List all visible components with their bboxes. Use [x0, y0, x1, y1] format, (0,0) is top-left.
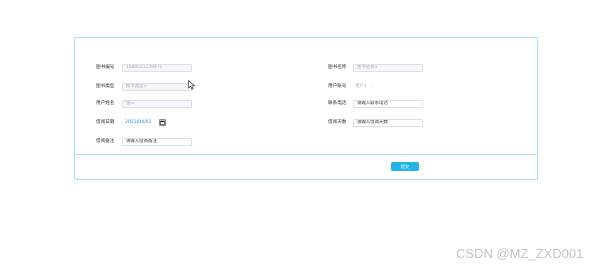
borrow-note-input[interactable]: 请输入借阅备注	[122, 138, 192, 146]
user-name-field: 张三	[122, 100, 192, 108]
borrow-form-card: 图书编号 1680521139475 图书名称 图书名称1 图书类型 图书类型1…	[74, 37, 538, 180]
borrow-days-label: 借阅天数	[328, 120, 347, 125]
borrow-date-value[interactable]: 2023/04/03	[125, 119, 151, 127]
user-account-select[interactable]: 用户1 ⌄	[355, 83, 373, 91]
form-footer-divider	[75, 154, 537, 155]
book-name-label: 图书名称	[328, 65, 347, 70]
borrow-date-label: 借阅日期	[96, 120, 115, 125]
contact-phone-input[interactable]: 请输入联系电话	[353, 100, 423, 108]
user-account-label: 用户账号	[328, 84, 347, 89]
borrow-days-input[interactable]: 请输入借阅天数	[353, 119, 423, 127]
book-id-label: 图书编号	[96, 65, 115, 70]
user-account-value: 用户1	[355, 84, 367, 89]
mouse-pointer-icon	[188, 80, 196, 90]
book-type-field: 图书类型1	[122, 83, 192, 91]
submit-button[interactable]: 提交	[391, 162, 419, 171]
book-type-label: 图书类型	[96, 84, 115, 89]
user-name-label: 用户姓名	[96, 101, 115, 106]
book-id-field: 1680521139475	[122, 64, 192, 72]
book-name-field: 图书名称1	[353, 64, 423, 72]
borrow-note-label: 借阅备注	[96, 139, 115, 144]
chevron-down-icon: ⌄	[369, 84, 374, 89]
calendar-icon[interactable]	[159, 119, 166, 126]
watermark-text: CSDN @MZ_ZXD001	[456, 246, 584, 261]
contact-phone-label: 联系电话	[328, 101, 347, 106]
